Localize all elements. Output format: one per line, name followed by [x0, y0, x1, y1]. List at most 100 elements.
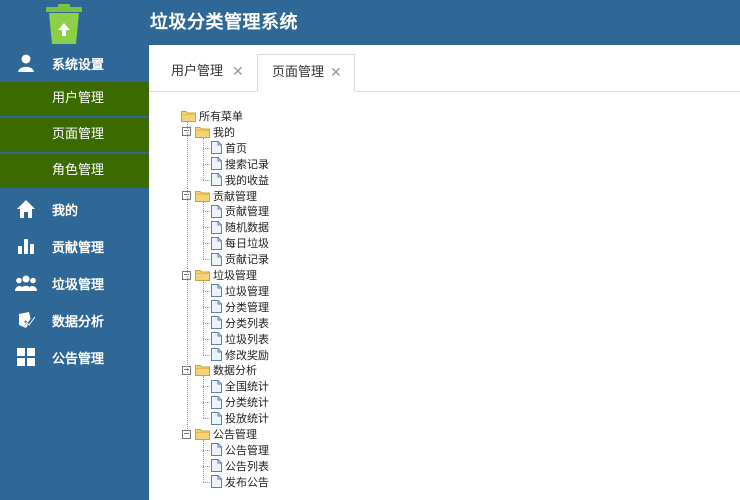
tree-leaf[interactable]: 分类管理: [211, 299, 269, 315]
user-icon: [0, 53, 52, 73]
tree-leaf[interactable]: 垃圾列表: [211, 331, 269, 347]
sidebar-subitem-page-management[interactable]: 页面管理: [0, 118, 149, 152]
sidebar-item-announcement[interactable]: 公告管理: [0, 339, 149, 375]
sidebar-subitem-user-management[interactable]: 用户管理: [0, 82, 149, 116]
tree-connector: [203, 290, 210, 292]
analysis-icon: [0, 310, 52, 330]
tree-node-label: 贡献管理: [213, 189, 257, 203]
tree-node-label: 每日垃圾: [225, 237, 269, 251]
tree-leaf[interactable]: 首页: [211, 140, 247, 156]
tree-leaf[interactable]: 分类统计: [211, 394, 269, 410]
sidebar-item-mine[interactable]: 我的: [0, 191, 149, 227]
tree-node-label: 投放统计: [225, 412, 269, 426]
tree-group[interactable]: 数据分析: [195, 362, 257, 378]
tree-leaf[interactable]: 搜索记录: [211, 156, 269, 172]
tree-leaf[interactable]: 贡献管理: [211, 203, 269, 219]
file-icon: [211, 204, 222, 218]
file-icon: [211, 141, 222, 155]
file-icon: [211, 236, 222, 250]
tree-node-label: 垃圾管理: [225, 284, 269, 298]
tree-connector: [187, 122, 188, 429]
tree-connector: [203, 354, 210, 356]
top-bar: 垃圾分类管理系统: [0, 0, 740, 45]
home-icon: [0, 199, 52, 219]
sidebar-item-contribution[interactable]: 贡献管理: [0, 228, 149, 264]
sidebar-subitem-role-management[interactable]: 角色管理: [0, 154, 149, 188]
tree-connector: [203, 386, 210, 388]
tree-connector: [203, 259, 210, 261]
tab-user-management[interactable]: 用户管理 ✕: [157, 54, 257, 91]
tree-node-label: 首页: [225, 141, 247, 155]
app-title: 垃圾分类管理系统: [150, 12, 298, 33]
file-icon: [211, 348, 222, 361]
tree-node-label: 贡献记录: [225, 253, 269, 267]
tree-leaf[interactable]: 垃圾管理: [211, 283, 269, 299]
tree-node-label: 分类管理: [225, 300, 269, 314]
tree-connector: [203, 465, 210, 467]
tab-label: 页面管理: [272, 65, 325, 80]
file-icon: [211, 173, 222, 187]
tree-connector: [203, 440, 204, 482]
tree-group[interactable]: 公告管理: [195, 426, 257, 442]
tree-leaf[interactable]: 全国统计: [211, 378, 269, 394]
sidebar-item-label: 系统设置: [52, 57, 105, 73]
tree-group[interactable]: 我的: [195, 124, 235, 140]
folder-icon: [195, 269, 210, 281]
tree-leaf[interactable]: 贡献记录: [211, 251, 269, 267]
tree-leaf[interactable]: 发布公告: [211, 474, 269, 490]
tree-node-label: 搜索记录: [225, 157, 269, 171]
tree-leaf[interactable]: 公告管理: [211, 442, 269, 458]
tree-connector: [203, 211, 210, 213]
tree-connector: [203, 179, 210, 181]
collapse-toggle[interactable]: −: [182, 429, 191, 439]
tab-page-management[interactable]: 页面管理 ✕: [257, 54, 355, 92]
folder-icon: [195, 364, 210, 377]
tree-group[interactable]: 贡献管理: [195, 188, 257, 204]
folder-icon: [195, 126, 210, 138]
tree-leaf[interactable]: 每日垃圾: [211, 235, 269, 251]
folder-icon: [181, 110, 196, 122]
tree-leaf[interactable]: 分类列表: [211, 315, 269, 331]
tree-leaf[interactable]: 公告列表: [211, 458, 269, 474]
file-icon: [211, 300, 222, 314]
sidebar-item-system-settings[interactable]: 系统设置: [0, 45, 149, 81]
recycle-bin-logo-icon: [44, 4, 84, 45]
tree-node-label: 垃圾列表: [225, 332, 269, 346]
file-icon: [211, 220, 222, 234]
tree-node-label: 垃圾管理: [213, 269, 257, 282]
tree-node-label: 我的收益: [225, 173, 269, 187]
sidebar-item-label: 公告管理: [52, 351, 105, 367]
tree-node-label: 全国统计: [225, 380, 269, 394]
tab-bar: 用户管理 ✕ 页面管理 ✕: [149, 45, 740, 92]
sidebar-item-garbage[interactable]: 垃圾管理: [0, 265, 149, 301]
tab-label: 用户管理: [171, 64, 224, 79]
tree-leaf[interactable]: 我的收益: [211, 172, 269, 188]
tree-node-label: 分类列表: [225, 316, 269, 330]
tree-node-label: 所有菜单: [199, 110, 243, 123]
tree-leaf[interactable]: 投放统计: [211, 410, 269, 426]
tree-connector: [203, 227, 210, 229]
sidebar-item-label: 贡献管理: [52, 240, 105, 256]
close-icon[interactable]: ✕: [232, 54, 244, 90]
sidebar-item-label: 垃圾管理: [52, 277, 105, 293]
tree-connector: [203, 322, 210, 324]
tree-leaf[interactable]: 修改奖励: [211, 347, 269, 363]
tree-connector: [203, 243, 210, 245]
sidebar-item-data-analysis[interactable]: 数据分析: [0, 302, 149, 338]
file-icon: [211, 459, 222, 473]
tree-group[interactable]: 垃圾管理: [195, 267, 257, 283]
close-icon[interactable]: ✕: [330, 55, 342, 91]
sidebar-item-label: 我的: [52, 203, 79, 219]
tree-leaf[interactable]: 随机数据: [211, 219, 269, 235]
tree-connector: [203, 402, 210, 404]
grid-icon: [0, 348, 52, 366]
tree-node-label: 数据分析: [213, 364, 257, 378]
tree-root[interactable]: 所有菜单: [181, 108, 243, 124]
tree-node-label: 发布公告: [225, 475, 269, 489]
tree-connector: [203, 147, 210, 149]
file-icon: [211, 395, 222, 409]
tree-connector: [203, 449, 210, 451]
file-icon: [211, 475, 222, 489]
file-icon: [211, 411, 222, 425]
file-icon: [211, 157, 222, 171]
